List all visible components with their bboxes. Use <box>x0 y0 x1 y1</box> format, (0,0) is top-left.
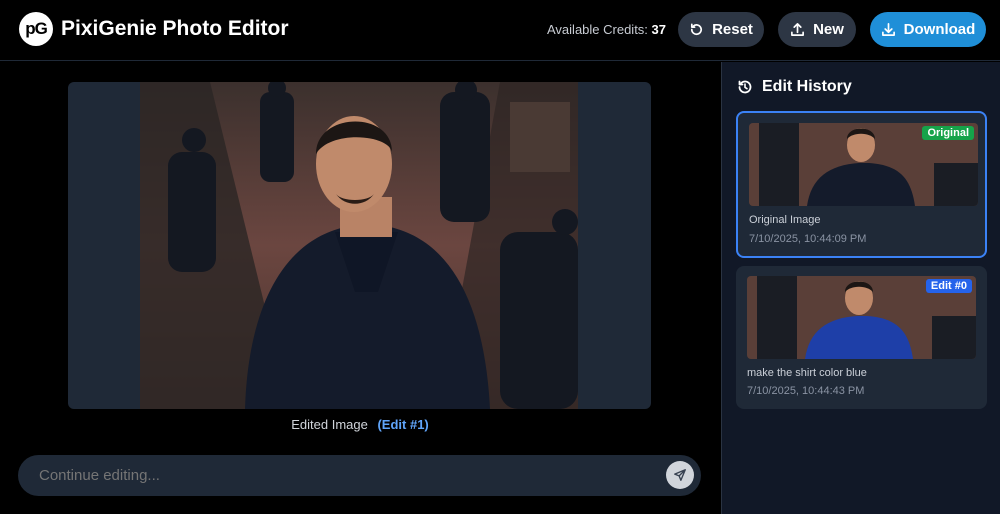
edit-history-sidebar: Edit History Original Original Image 7/1… <box>721 62 1000 514</box>
credits-value: 37 <box>651 22 667 37</box>
send-button[interactable] <box>666 461 694 489</box>
history-timestamp: 7/10/2025, 10:44:09 PM <box>749 233 867 245</box>
download-label: Download <box>903 21 976 38</box>
send-icon <box>674 469 686 481</box>
download-button[interactable]: Download <box>870 12 986 47</box>
reset-label: Reset <box>712 21 753 38</box>
history-icon <box>738 80 752 94</box>
history-heading: Edit History <box>737 78 852 96</box>
history-item[interactable]: Edit #0 make the shirt color blue 7/10/2… <box>736 266 987 409</box>
chat-bar <box>18 455 701 496</box>
original-badge: Original <box>922 126 974 140</box>
new-label: New <box>813 21 844 38</box>
history-thumbnail: Edit #0 <box>747 276 976 359</box>
history-title: Edit History <box>762 78 852 95</box>
edited-photo <box>140 82 578 409</box>
edit-badge: Edit #0 <box>925 279 972 293</box>
history-description: Original Image <box>749 214 821 226</box>
reset-icon <box>691 23 703 36</box>
credits-label: Available Credits: <box>547 22 648 37</box>
app-logo: pG <box>19 12 53 46</box>
photo-illustration <box>140 82 578 409</box>
new-button[interactable]: New <box>778 12 856 47</box>
app-header: pG PixiGenie Photo Editor Available Cred… <box>0 0 1000 61</box>
credits-display: Available Credits: 37 <box>547 22 666 37</box>
image-canvas <box>68 82 651 409</box>
caption-label: Edited Image <box>291 417 368 432</box>
edit-prompt-input[interactable] <box>39 467 639 484</box>
download-icon <box>881 23 895 36</box>
history-item[interactable]: Original Original Image 7/10/2025, 10:44… <box>736 111 987 258</box>
app-title: PixiGenie Photo Editor <box>61 17 289 40</box>
reset-button[interactable]: Reset <box>678 12 764 47</box>
history-thumbnail: Original <box>749 123 978 206</box>
history-timestamp: 7/10/2025, 10:44:43 PM <box>747 385 865 397</box>
image-caption: Edited Image (Edit #1) <box>0 417 720 432</box>
upload-icon <box>791 23 805 36</box>
history-description: make the shirt color blue <box>747 367 867 379</box>
caption-edit-ref: (Edit #1) <box>377 417 429 432</box>
